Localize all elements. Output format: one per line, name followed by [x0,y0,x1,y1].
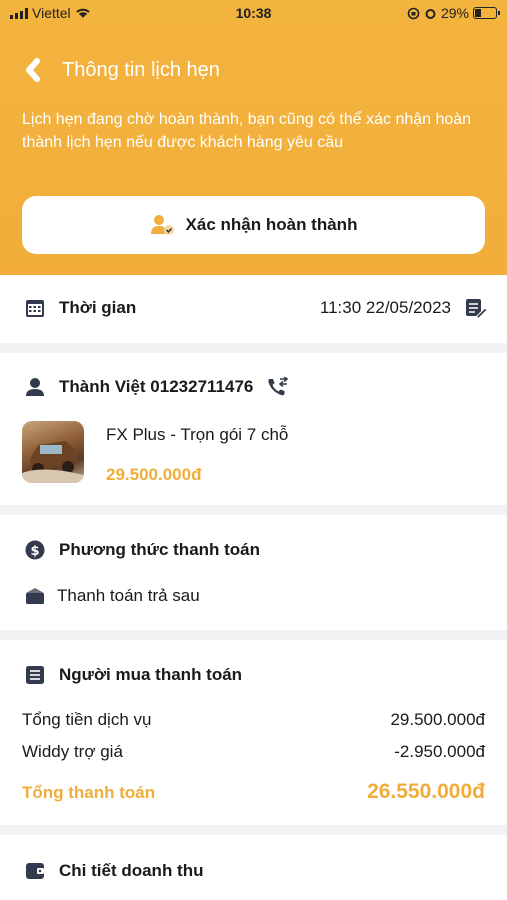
buyer-payment-card: Người mua thanh toán Tổng tiền dịch vụ 2… [0,640,507,825]
payment-method-card: $ Phương thức thanh toán Thanh toán trả … [0,515,507,630]
call-icon[interactable] [267,376,289,398]
service-total-label: Tổng tiền dịch vụ [22,710,152,729]
service-thumbnail [22,421,84,483]
service-price: 29.500.000đ [106,465,202,484]
grand-total-value: 26.550.000đ [367,780,485,803]
subsidy-label: Widdy trợ giá [22,742,123,761]
user-check-icon [150,215,174,235]
wallet-icon [24,585,46,607]
status-description: Lịch hẹn đang chờ hoàn thành, bạn cũng c… [22,111,472,151]
revenue-card: Chi tiết doanh thu [0,835,507,900]
appointment-time: 11:30 22/05/2023 [319,298,451,317]
confirm-label: Xác nhận hoàn thành [185,215,358,234]
payment-method-title: Phương thức thanh toán [59,540,261,559]
edit-schedule-icon[interactable] [465,297,487,319]
back-arrow-icon [26,58,40,82]
header: Viettel 10:38 29% Thông tin lịch hẹn Lịc… [0,0,507,275]
user-icon [24,376,46,398]
time-label: Thời gian [59,298,137,317]
service-total-value: 29.500.000đ [390,710,485,729]
wallet-card-icon [24,860,46,882]
time-card: Thời gian 11:30 22/05/2023 [0,275,507,343]
back-button[interactable] [20,57,46,83]
page-title: Thông tin lịch hẹn [62,58,220,81]
grand-total-label: Tổng thanh toán [22,783,156,802]
alarm-icon [425,8,436,19]
calendar-icon [24,297,46,319]
battery-icon [473,7,500,19]
customer-name-phone: Thành Việt 01232711476 [59,377,254,396]
subsidy-value: -2.950.000đ [394,742,485,761]
orientation-lock-icon [407,7,420,19]
payment-method-value: Thanh toán trả sau [57,586,200,605]
receipt-icon [24,664,46,686]
battery-percent: 29% [440,5,469,21]
service-name: FX Plus - Trọn gói 7 chỗ [106,425,289,444]
buyer-payment-title: Người mua thanh toán [59,665,243,684]
confirm-complete-button[interactable]: Xác nhận hoàn thành [22,196,485,254]
status-bar: Viettel 10:38 29% [0,0,507,28]
svg-text:$: $ [30,544,39,559]
dollar-icon: $ [24,539,46,561]
customer-card: Thành Việt 01232711476 FX Plus - Trọn gó… [0,353,507,505]
revenue-title: Chi tiết doanh thu [59,861,204,880]
title-bar: Thông tin lịch hẹn [20,55,487,85]
